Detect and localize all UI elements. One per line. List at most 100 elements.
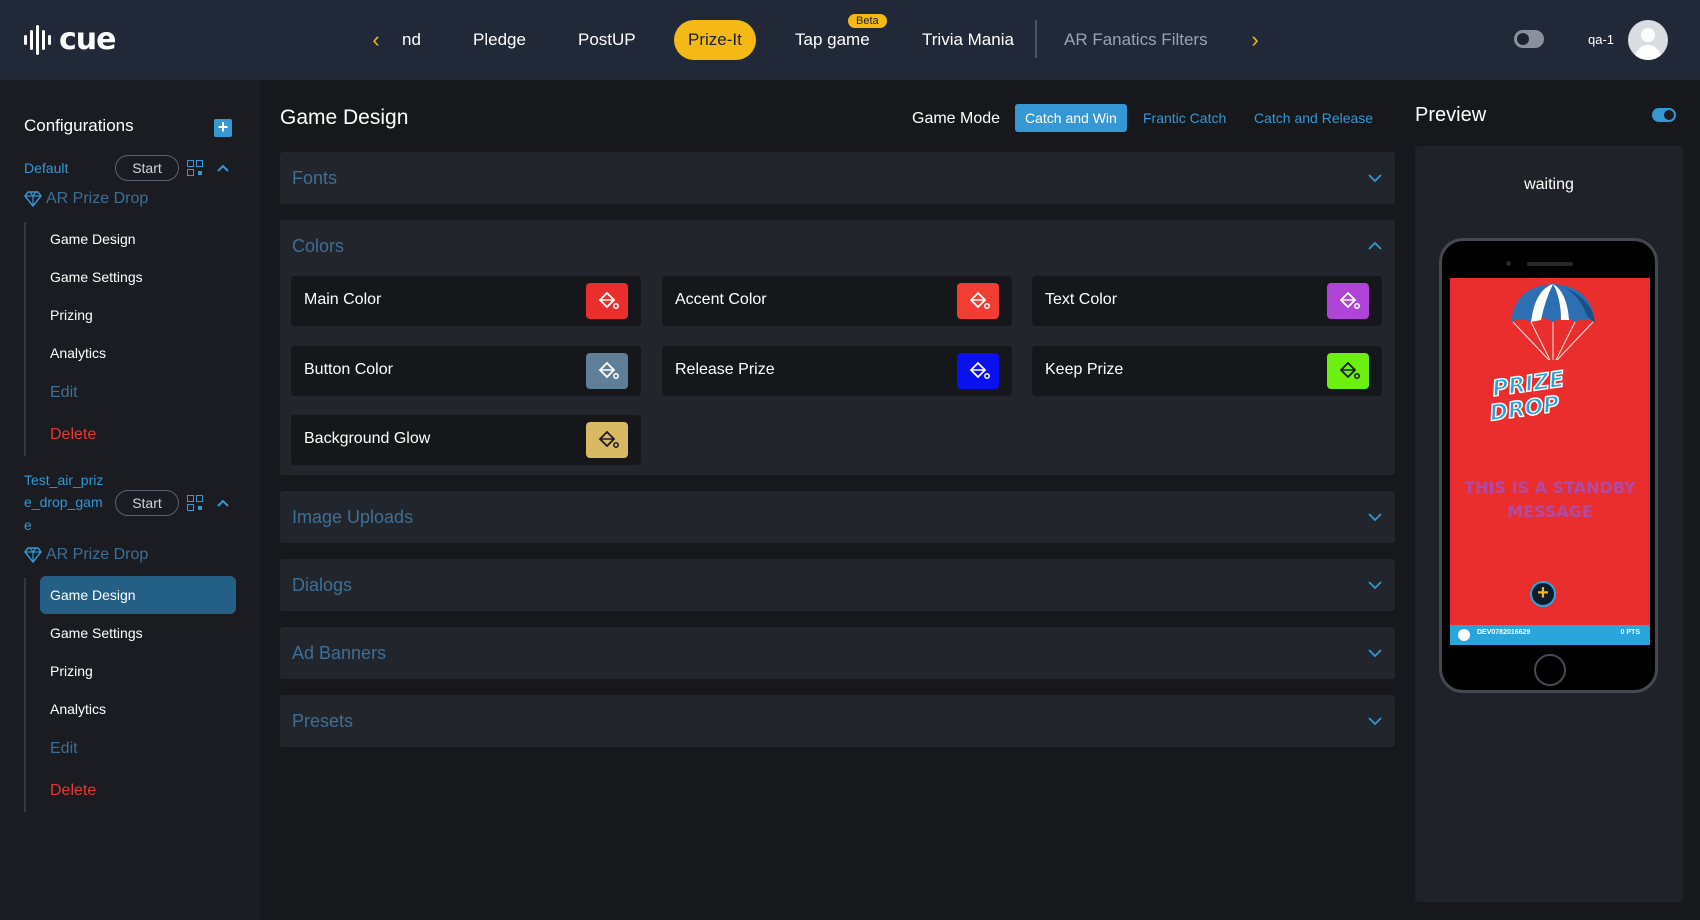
paint-bucket-icon	[1339, 291, 1360, 309]
chevron-down-icon[interactable]	[1367, 512, 1383, 522]
color-picker-button[interactable]	[1327, 353, 1369, 389]
config-name-test-line1[interactable]: Test_air_priz	[24, 469, 103, 491]
paint-bucket-icon	[1339, 361, 1360, 379]
sidebar-title: Configurations	[24, 116, 134, 135]
player-points: 0 PTS	[1620, 629, 1640, 636]
logo-text: cue	[59, 22, 116, 57]
config-name-test-line3[interactable]: e	[24, 514, 32, 536]
sidebar-item-prizing[interactable]: Prizing	[40, 652, 236, 690]
sidebar-item-game-settings[interactable]: Game Settings	[40, 614, 236, 652]
nav-tab-ar-fanatics-filters[interactable]: AR Fanatics Filters	[1064, 20, 1208, 60]
avatar[interactable]	[1628, 20, 1668, 60]
chevron-down-icon[interactable]	[1367, 173, 1383, 183]
standby-message: THIS IS A STANDBY MESSAGE	[1464, 478, 1636, 521]
nav-tab-postup[interactable]: PostUP	[578, 20, 636, 60]
section-presets[interactable]: Presets	[280, 695, 1395, 747]
color-setting-keep-prize: Keep Prize	[1032, 346, 1382, 396]
nav-tab-nd[interactable]: nd	[402, 20, 421, 60]
speaker-icon	[1527, 262, 1573, 266]
paint-bucket-icon	[598, 430, 619, 448]
start-button-test[interactable]: Start	[115, 490, 179, 516]
color-setting-text: Text Color	[1032, 276, 1382, 326]
section-title: Ad Banners	[292, 643, 387, 663]
diamond-icon	[24, 547, 42, 563]
color-picker-button[interactable]	[586, 353, 628, 389]
home-button	[1534, 654, 1566, 686]
parachute-icon	[1511, 284, 1595, 361]
sidebar-item-edit[interactable]: Edit	[40, 730, 236, 768]
start-button-default[interactable]: Start	[115, 155, 179, 181]
color-setting-button: Button Color	[291, 346, 641, 396]
nav-tab-prize-it[interactable]: Prize-It	[674, 20, 756, 60]
user-name: qa-1	[1588, 32, 1615, 47]
sidebar-item-edit[interactable]: Edit	[40, 374, 236, 412]
collapse-chevron-up-icon[interactable]	[216, 160, 230, 174]
top-bar: cue ‹ nd Pledge PostUP Prize-It Tap game…	[0, 0, 1700, 80]
color-picker-button[interactable]	[1327, 283, 1369, 319]
config-name-default[interactable]: Default	[24, 157, 68, 179]
camera-icon	[1506, 261, 1511, 266]
game-ar-prize-drop: AR Prize Drop	[24, 190, 148, 208]
color-setting-background-glow: Background Glow	[291, 415, 641, 465]
sidebar-item-delete[interactable]: Delete	[40, 772, 236, 810]
plus-icon[interactable]: +	[1530, 581, 1556, 607]
color-picker-button[interactable]	[586, 422, 628, 458]
game-mode-frantic-catch[interactable]: Frantic Catch	[1133, 104, 1236, 132]
user-icon	[1641, 28, 1655, 42]
player-bar: DEV0782016629 0 PTS	[1450, 625, 1650, 645]
color-picker-button[interactable]	[586, 283, 628, 319]
section-title: Colors	[292, 236, 345, 256]
color-picker-button[interactable]	[957, 283, 999, 319]
game-mode-catch-and-win[interactable]: Catch and Win	[1015, 104, 1127, 132]
player-id: DEV0782016629	[1477, 629, 1531, 636]
nav-prev-arrow-icon[interactable]: ‹	[368, 28, 384, 52]
game-mode-catch-and-release[interactable]: Catch and Release	[1244, 104, 1383, 132]
chevron-down-icon[interactable]	[1367, 580, 1383, 590]
chevron-up-icon[interactable]	[1367, 241, 1383, 251]
section-ad-banners[interactable]: Ad Banners	[280, 627, 1395, 679]
section-title: Fonts	[292, 168, 338, 188]
section-title: Dialogs	[292, 575, 353, 595]
sidebar-item-game-design[interactable]: Game Design	[40, 220, 236, 258]
game-mode-label: Game Mode	[912, 110, 1001, 127]
sidebar-item-game-design-active[interactable]: Game Design	[40, 576, 236, 614]
section-title: Presets	[292, 711, 354, 731]
preview-toggle[interactable]	[1652, 108, 1676, 122]
qr-code-icon[interactable]	[187, 160, 204, 177]
diamond-icon	[24, 191, 42, 207]
player-avatar-icon	[1458, 629, 1470, 641]
sidebar-item-delete[interactable]: Delete	[40, 416, 236, 454]
paint-bucket-icon	[969, 361, 990, 379]
chevron-down-icon[interactable]	[1367, 716, 1383, 726]
preview-title: Preview	[1415, 104, 1487, 126]
tree-line	[24, 222, 26, 456]
collapse-chevron-up-icon[interactable]	[216, 495, 230, 509]
paint-bucket-icon	[598, 361, 619, 379]
tree-line	[24, 578, 26, 812]
section-dialogs[interactable]: Dialogs	[280, 559, 1395, 611]
config-name-test-line2[interactable]: e_drop_gam	[24, 491, 103, 513]
color-picker-button[interactable]	[957, 353, 999, 389]
sidebar-item-prizing[interactable]: Prizing	[40, 296, 236, 334]
add-config-button[interactable]: +	[214, 118, 232, 137]
qr-code-icon[interactable]	[187, 495, 204, 512]
nav-tab-pledge[interactable]: Pledge	[473, 20, 526, 60]
section-title: Image Uploads	[292, 507, 414, 527]
paint-bucket-icon	[598, 291, 619, 309]
paint-bucket-icon	[969, 291, 990, 309]
preview-status: waiting	[1524, 176, 1574, 193]
theme-toggle[interactable]	[1514, 30, 1544, 48]
section-image-uploads[interactable]: Image Uploads	[280, 491, 1395, 543]
cue-logo[interactable]: cue	[24, 22, 116, 57]
section-fonts[interactable]: Fonts	[280, 152, 1395, 204]
nav-next-arrow-icon[interactable]: ›	[1247, 28, 1263, 52]
color-setting-release-prize: Release Prize	[662, 346, 1012, 396]
sidebar-item-analytics[interactable]: Analytics	[40, 690, 236, 728]
nav-tab-trivia-mania[interactable]: Trivia Mania	[922, 20, 1014, 60]
chevron-down-icon[interactable]	[1367, 648, 1383, 658]
sidebar-item-game-settings[interactable]: Game Settings	[40, 258, 236, 296]
color-setting-accent: Accent Color	[662, 276, 1012, 326]
beta-badge: Beta	[848, 14, 887, 28]
sidebar-item-analytics[interactable]: Analytics	[40, 334, 236, 372]
phone-mockup: PRIZE DROP THIS IS A STANDBY MESSAGE DEV…	[1439, 238, 1658, 693]
